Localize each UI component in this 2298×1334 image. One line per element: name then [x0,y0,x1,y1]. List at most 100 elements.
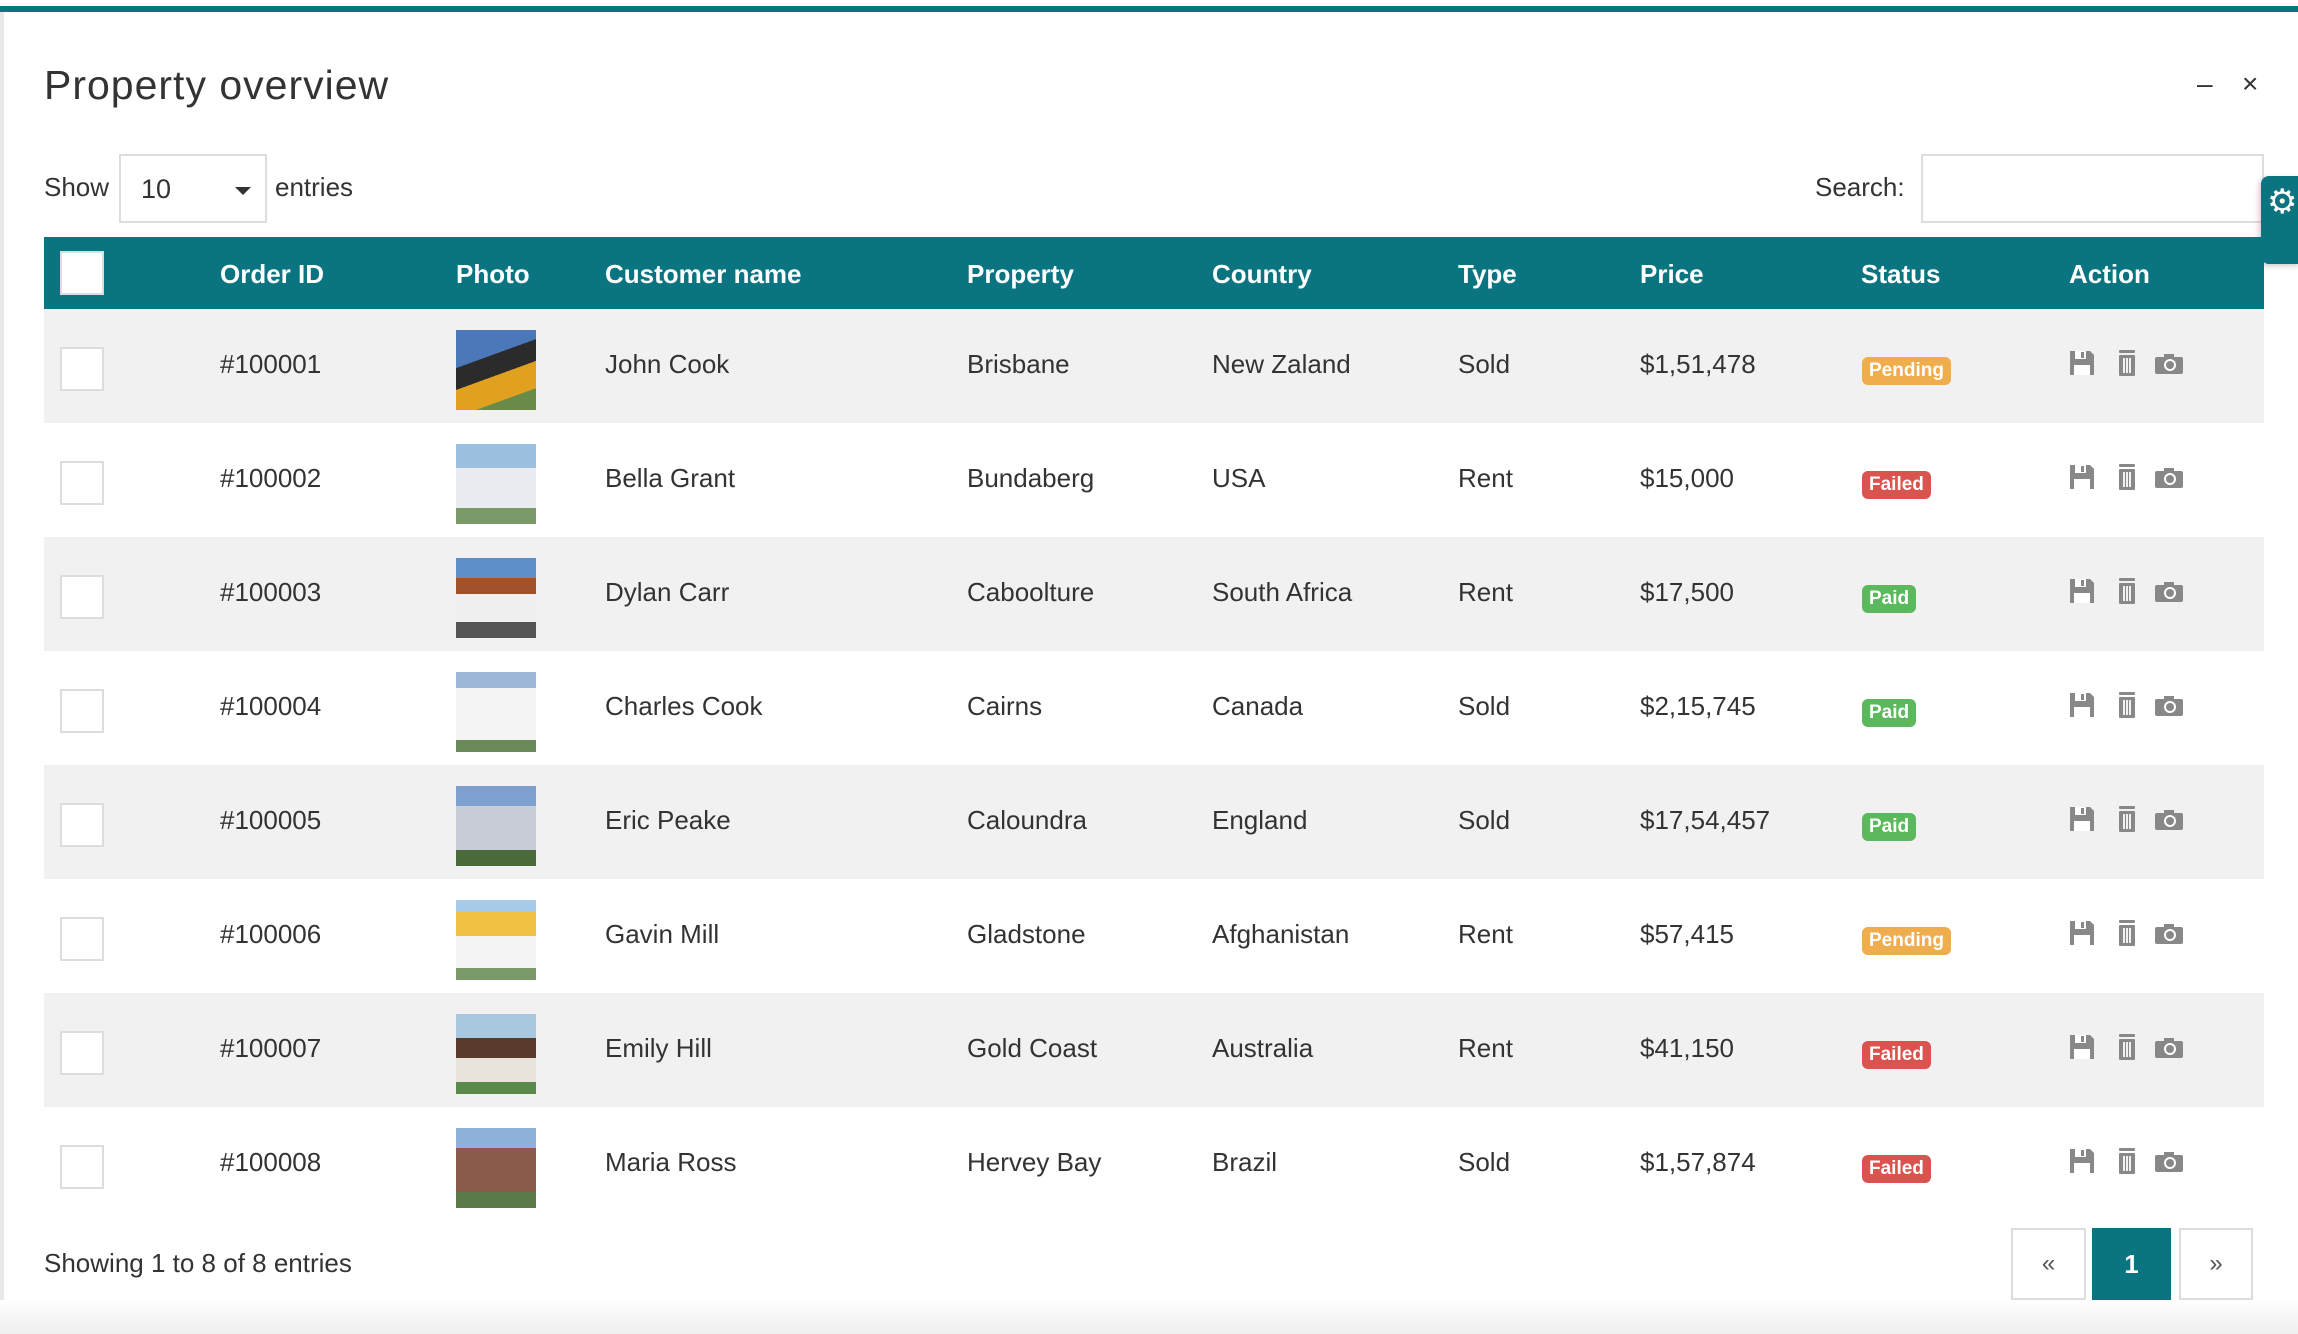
bottom-shadow [0,1300,2298,1334]
type: Rent [1458,463,1513,493]
entries-select-value: 10 [141,174,172,204]
page-title: Property overview [44,62,390,108]
col-property[interactable]: Property [967,259,1074,290]
table-row: #100001 John Cook Brisbane New Zaland So… [44,309,2264,423]
country: England [1212,805,1308,835]
col-photo[interactable]: Photo [456,259,530,290]
property-photo [456,444,536,524]
property-photo [456,672,536,752]
status-badge: Pending [1862,927,1951,955]
status-badge: Failed [1862,471,1931,499]
customer-name: Eric Peake [605,805,731,835]
property-photo [456,558,536,638]
type: Rent [1458,1033,1513,1063]
trash-icon[interactable] [2114,463,2140,491]
row-checkbox[interactable] [60,803,104,847]
camera-icon[interactable] [2154,1147,2184,1175]
minimize-button[interactable]: – [2197,68,2213,100]
save-icon[interactable] [2069,1147,2095,1175]
settings-gear-icon[interactable]: ⚙ [2261,176,2298,264]
type: Rent [1458,919,1513,949]
order-id: #100004 [220,691,322,721]
customer-name: John Cook [605,349,730,379]
save-icon[interactable] [2069,919,2095,947]
trash-icon[interactable] [2114,919,2140,947]
search-input[interactable] [1921,154,2264,223]
price: $15,000 [1640,463,1734,493]
type: Sold [1458,1147,1511,1177]
pagination-prev[interactable]: « [2011,1228,2086,1300]
property: Caboolture [967,577,1095,607]
camera-icon[interactable] [2154,577,2184,605]
row-checkbox[interactable] [60,461,104,505]
price: $2,15,745 [1640,691,1756,721]
customer-name: Dylan Carr [605,577,730,607]
property: Brisbane [967,349,1070,379]
order-id: #100007 [220,1033,322,1063]
trash-icon[interactable] [2114,805,2140,833]
property: Gold Coast [967,1033,1098,1063]
row-checkbox[interactable] [60,689,104,733]
camera-icon[interactable] [2154,1033,2184,1061]
table-row: #100005 Eric Peake Caloundra England Sol… [44,765,2264,879]
trash-icon[interactable] [2114,577,2140,605]
pagination-next[interactable]: » [2179,1228,2253,1300]
camera-icon[interactable] [2154,691,2184,719]
type: Sold [1458,349,1511,379]
camera-icon[interactable] [2154,919,2184,947]
country: Canada [1212,691,1304,721]
save-icon[interactable] [2069,577,2095,605]
camera-icon[interactable] [2154,349,2184,377]
row-checkbox[interactable] [60,347,104,391]
price: $1,57,874 [1640,1147,1756,1177]
col-price[interactable]: Price [1640,259,1704,290]
property: Gladstone [967,919,1086,949]
col-order-id[interactable]: Order ID [220,259,324,290]
col-customer-name[interactable]: Customer name [605,259,802,290]
property: Hervey Bay [967,1147,1102,1177]
save-icon[interactable] [2069,349,2095,377]
row-checkbox[interactable] [60,917,104,961]
save-icon[interactable] [2069,463,2095,491]
property-photo [456,900,536,980]
trash-icon[interactable] [2114,1147,2140,1175]
row-checkbox[interactable] [60,1145,104,1189]
entries-select[interactable]: 10 [119,154,267,223]
search-label: Search: [1815,172,1905,202]
show-label: Show [44,172,110,202]
camera-icon[interactable] [2154,463,2184,491]
trash-icon[interactable] [2114,691,2140,719]
table-row: #100007 Emily Hill Gold Coast Australia … [44,993,2264,1107]
property-photo [456,330,536,410]
save-icon[interactable] [2069,1033,2095,1061]
close-button[interactable]: × [2242,68,2258,100]
col-status[interactable]: Status [1861,259,1940,290]
save-icon[interactable] [2069,691,2095,719]
status-badge: Paid [1862,813,1917,841]
row-checkbox[interactable] [60,575,104,619]
property-photo [456,786,536,866]
table-row: #100002 Bella Grant Bundaberg USA Rent $… [44,423,2264,537]
order-id: #100001 [220,349,322,379]
trash-icon[interactable] [2114,1033,2140,1061]
price: $57,415 [1640,919,1734,949]
camera-icon[interactable] [2154,805,2184,833]
select-all-checkbox[interactable] [60,251,104,295]
customer-name: Bella Grant [605,463,736,493]
table-info: Showing 1 to 8 of 8 entries [44,1248,352,1278]
table-row: #100003 Dylan Carr Caboolture South Afri… [44,537,2264,651]
save-icon[interactable] [2069,805,2095,833]
order-id: #100005 [220,805,322,835]
table-row: #100006 Gavin Mill Gladstone Afghanistan… [44,879,2264,993]
country: Australia [1212,1033,1314,1063]
pagination-page-1[interactable]: 1 [2092,1228,2171,1300]
col-country[interactable]: Country [1212,259,1312,290]
col-type[interactable]: Type [1458,259,1517,290]
row-checkbox[interactable] [60,1031,104,1075]
trash-icon[interactable] [2114,349,2140,377]
status-badge: Paid [1862,699,1917,727]
property: Caloundra [967,805,1087,835]
country: South Africa [1212,577,1353,607]
customer-name: Gavin Mill [605,919,720,949]
status-badge: Failed [1862,1041,1931,1069]
